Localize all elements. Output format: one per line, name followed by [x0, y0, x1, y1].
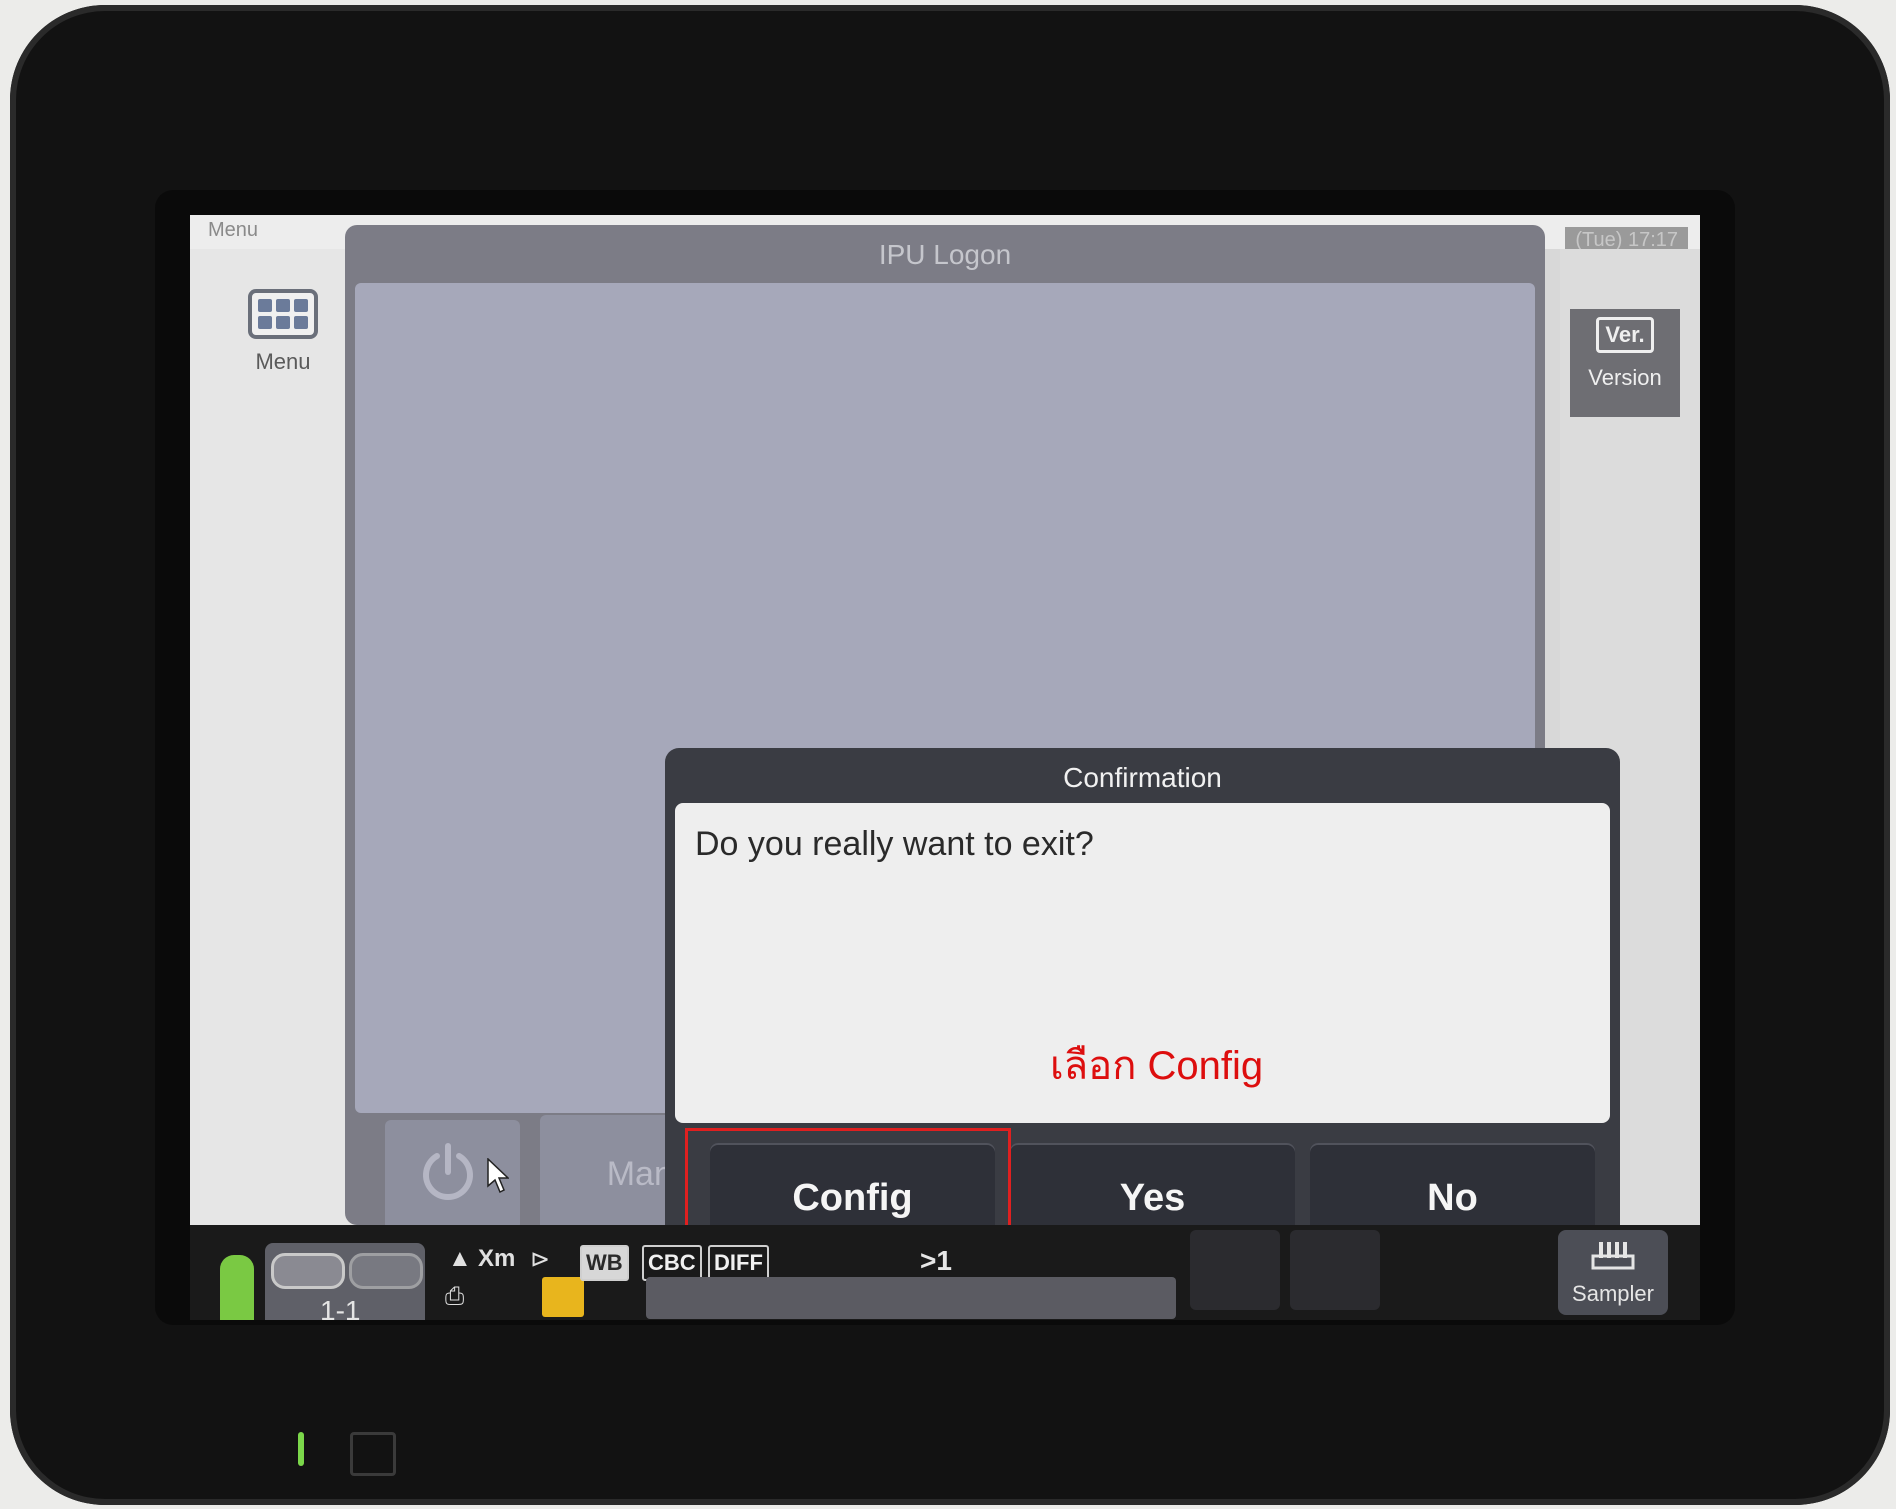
count-indicator: >1	[920, 1245, 952, 1276]
status-indicator-green	[220, 1255, 254, 1320]
status-slot	[1290, 1230, 1380, 1310]
version-button[interactable]: Ver. Version	[1570, 309, 1680, 417]
wb-tag: WB	[580, 1245, 629, 1281]
logon-window-title: IPU Logon	[878, 239, 1012, 270]
sampler-label: Sampler	[1572, 1281, 1654, 1306]
dialog-message: Do you really want to exit?	[695, 825, 1094, 863]
rack-slot-icon	[349, 1253, 423, 1289]
power-button[interactable]	[385, 1120, 520, 1230]
menu-caption: Menu	[208, 219, 259, 241]
version-button-label: Version	[1588, 365, 1662, 390]
sample-flow-icon: ⊳	[530, 1246, 551, 1273]
rack-label: 1-1	[320, 1295, 361, 1320]
reagent-bottle-icon: ▲	[448, 1245, 472, 1272]
left-panel: Menu	[190, 249, 360, 1249]
touch-screen: Menu (Tue) 17:17 Menu Ver. Version IPU L…	[190, 215, 1700, 1320]
diff-tag: DIFF	[708, 1245, 769, 1281]
xm-icon: Xm	[478, 1245, 516, 1272]
dialog-title: Confirmation	[1063, 762, 1222, 793]
version-icon: Ver.	[1596, 317, 1654, 353]
printer-icon: ⎙	[445, 1283, 465, 1310]
power-led	[298, 1432, 304, 1466]
data-status-icon	[542, 1277, 584, 1317]
sampler-rack-icon	[1591, 1242, 1635, 1270]
rack-status[interactable]: 1-1	[265, 1243, 425, 1320]
rack-slot-icon	[271, 1253, 345, 1289]
annotation-text: เลือก Config	[1050, 1044, 1264, 1088]
cbc-tag: CBC	[642, 1245, 702, 1281]
menu-grid-icon	[248, 289, 318, 339]
menu-button-label: Menu	[255, 349, 311, 374]
status-slot	[1190, 1230, 1280, 1310]
dialog-body: Do you really want to exit? เลือก Config	[675, 803, 1610, 1123]
mouse-cursor-icon	[487, 1158, 509, 1194]
confirmation-dialog: Confirmation Do you really want to exit?…	[665, 748, 1620, 1266]
power-icon	[423, 1143, 473, 1201]
status-bar: 1-1 ▲ Xm ⊳ ⎙ WB CBC DIFF >1 Sampler	[190, 1225, 1700, 1320]
progress-bar	[646, 1277, 1176, 1319]
menu-button[interactable]: Menu	[218, 289, 348, 409]
sampler-button[interactable]: Sampler	[1558, 1230, 1668, 1315]
status-led-square	[350, 1432, 396, 1476]
